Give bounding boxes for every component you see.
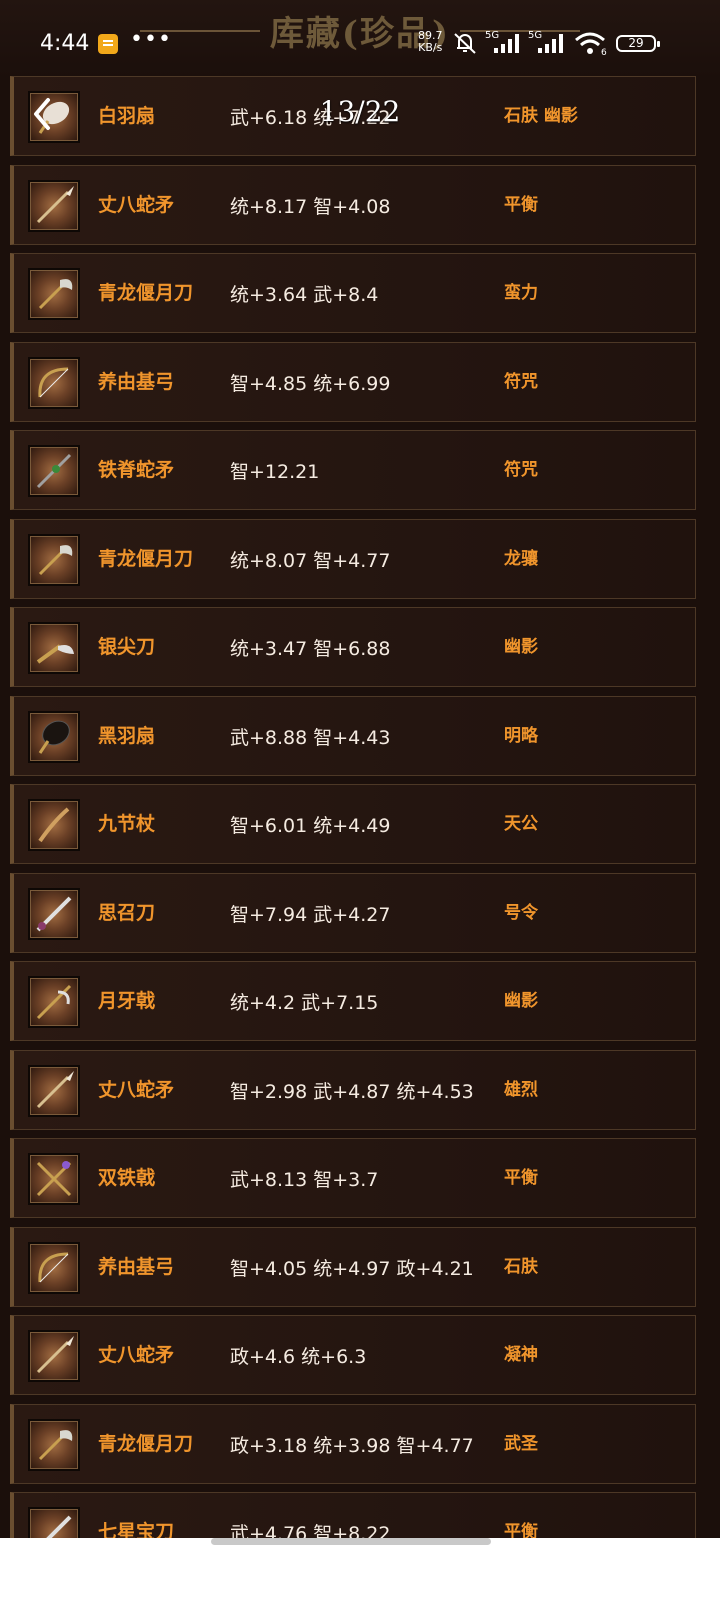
mute-bell-icon xyxy=(454,33,476,54)
green-dragon-blade-icon xyxy=(28,1418,80,1471)
item-name: 双铁戟 xyxy=(98,1167,156,1189)
twin-halberd-icon xyxy=(28,1153,80,1205)
item-name: 思召刀 xyxy=(98,901,156,924)
item-name: 九节杖 xyxy=(98,813,156,835)
item-stats: 武+8.88 智+4.43 xyxy=(230,726,391,749)
item-name: 丈八蛇矛 xyxy=(98,1344,175,1366)
more-notifications-icon: ••• xyxy=(130,27,172,52)
item-tags: 平衡 xyxy=(504,194,538,215)
item-tags: 号令 xyxy=(504,902,538,923)
item-stats: 统+3.47 智+6.88 xyxy=(230,638,391,660)
item-stats: 统+8.07 智+4.77 xyxy=(230,549,391,572)
item-tags: 龙骧 xyxy=(504,548,538,569)
sabre-icon xyxy=(28,887,80,940)
item-name: 青龙偃月刀 xyxy=(98,282,194,304)
page-counter: 13/22 xyxy=(319,95,401,128)
item-name: 养由基弓 xyxy=(98,370,175,393)
serpent-spear-icon xyxy=(28,1064,80,1117)
signal-1-icon xyxy=(494,34,519,53)
bow-icon xyxy=(28,356,80,409)
item-name: 银尖刀 xyxy=(98,636,156,658)
item-row[interactable]: 月牙戟 统+4.2 武+7.15 幽影 xyxy=(10,961,696,1041)
wifi-badge: 6 xyxy=(601,48,607,56)
item-tags: 蛮力 xyxy=(504,283,538,303)
item-name: 丈八蛇矛 xyxy=(98,1078,175,1101)
item-tags: 天公 xyxy=(504,814,538,834)
crescent-halberd-icon xyxy=(28,976,80,1028)
item-stats: 智+4.85 统+6.99 xyxy=(230,372,391,395)
item-row[interactable]: 思召刀 智+7.94 武+4.27 号令 xyxy=(10,872,696,953)
item-name: 黑羽扇 xyxy=(98,724,156,747)
status-time: 4:44 xyxy=(40,31,90,56)
item-row[interactable]: 九节杖 智+6.01 统+4.49 天公 xyxy=(10,784,696,864)
item-stats: 智+7.94 武+4.27 xyxy=(230,903,391,926)
item-stats: 智+2.98 武+4.87 统+4.53 xyxy=(230,1080,474,1103)
item-stats: 政+3.18 统+3.98 智+4.77 xyxy=(230,1434,474,1457)
item-row[interactable]: 丈八蛇矛 政+4.6 统+6.3 凝神 xyxy=(10,1315,696,1395)
item-row[interactable]: 丈八蛇矛 智+2.98 武+4.87 统+4.53 雄烈 xyxy=(10,1049,696,1130)
staff-icon xyxy=(28,799,80,851)
item-stats: 统+8.17 智+4.08 xyxy=(230,195,391,218)
item-stats: 智+4.05 统+4.97 政+4.21 xyxy=(230,1257,474,1280)
item-stats: 智+6.01 统+4.49 xyxy=(230,815,391,837)
net-speed-unit: KB/s xyxy=(418,41,443,54)
system-bottom-bar xyxy=(0,1538,720,1600)
item-row[interactable]: 丈八蛇矛 统+8.17 智+4.08 平衡 xyxy=(10,164,696,245)
item-tags: 平衡 xyxy=(504,1168,538,1188)
item-name: 丈八蛇矛 xyxy=(98,193,175,216)
bow-icon xyxy=(28,1241,80,1294)
item-tags: 幽影 xyxy=(504,991,538,1011)
serpent-spear-icon xyxy=(28,179,80,232)
item-row[interactable]: 养由基弓 智+4.85 统+6.99 符咒 xyxy=(10,341,696,422)
item-tags: 幽影 xyxy=(504,637,538,657)
battery-indicator: 29 xyxy=(616,35,660,52)
item-tags: 石肤 xyxy=(504,1256,538,1277)
item-row[interactable]: 银尖刀 统+3.47 智+6.88 幽影 xyxy=(10,607,696,687)
item-tags: 凝神 xyxy=(504,1345,538,1365)
green-dragon-blade-icon xyxy=(28,268,80,320)
item-tags: 符咒 xyxy=(504,460,538,480)
item-stats: 政+4.6 统+6.3 xyxy=(230,1346,367,1368)
item-stats: 智+12.21 xyxy=(230,461,320,483)
item-tags: 武圣 xyxy=(504,1433,538,1454)
item-row[interactable]: 黑羽扇 武+8.88 智+4.43 明略 xyxy=(10,695,696,776)
item-row[interactable]: 青龙偃月刀 统+8.07 智+4.77 龙骧 xyxy=(10,518,696,599)
serpent-spear-icon xyxy=(28,1330,80,1382)
item-row[interactable]: 青龙偃月刀 统+3.64 武+8.4 蛮力 xyxy=(10,253,696,333)
item-name: 铁脊蛇矛 xyxy=(98,459,175,481)
message-notification-icon xyxy=(98,34,118,54)
signal-2-icon xyxy=(538,34,563,53)
wifi-icon: 6 xyxy=(575,32,607,56)
item-row[interactable]: 青龙偃月刀 政+3.18 统+3.98 智+4.77 武圣 xyxy=(10,1403,696,1484)
item-tags: 明略 xyxy=(504,725,538,746)
item-tags: 雄烈 xyxy=(504,1079,538,1100)
item-row[interactable]: 养由基弓 智+4.05 统+4.97 政+4.21 石肤 xyxy=(10,1226,696,1307)
item-row[interactable]: 双铁戟 武+8.13 智+3.7 平衡 xyxy=(10,1138,696,1218)
iron-spear-icon xyxy=(28,445,80,497)
item-stats: 统+4.2 武+7.15 xyxy=(230,992,379,1014)
item-name: 青龙偃月刀 xyxy=(98,547,194,570)
item-tags: 符咒 xyxy=(504,371,538,392)
silver-blade-icon xyxy=(28,622,80,674)
black-feather-fan-icon xyxy=(28,710,80,763)
item-name: 青龙偃月刀 xyxy=(98,1432,194,1455)
item-row[interactable]: 铁脊蛇矛 智+12.21 符咒 xyxy=(10,430,696,510)
network-speed: 89.7 KB/s xyxy=(418,30,443,54)
item-stats: 武+8.13 智+3.7 xyxy=(230,1169,379,1191)
item-name: 月牙戟 xyxy=(98,990,156,1012)
item-stats: 统+3.64 武+8.4 xyxy=(230,284,379,306)
green-dragon-blade-icon xyxy=(28,533,80,586)
item-name: 养由基弓 xyxy=(98,1255,175,1278)
item-list: 白羽扇 武+6.18 统+7.22 石肤 幽影 丈八蛇矛 统+8.17 智+4.08 平衡… xyxy=(10,76,696,1581)
home-indicator[interactable] xyxy=(211,1538,491,1545)
